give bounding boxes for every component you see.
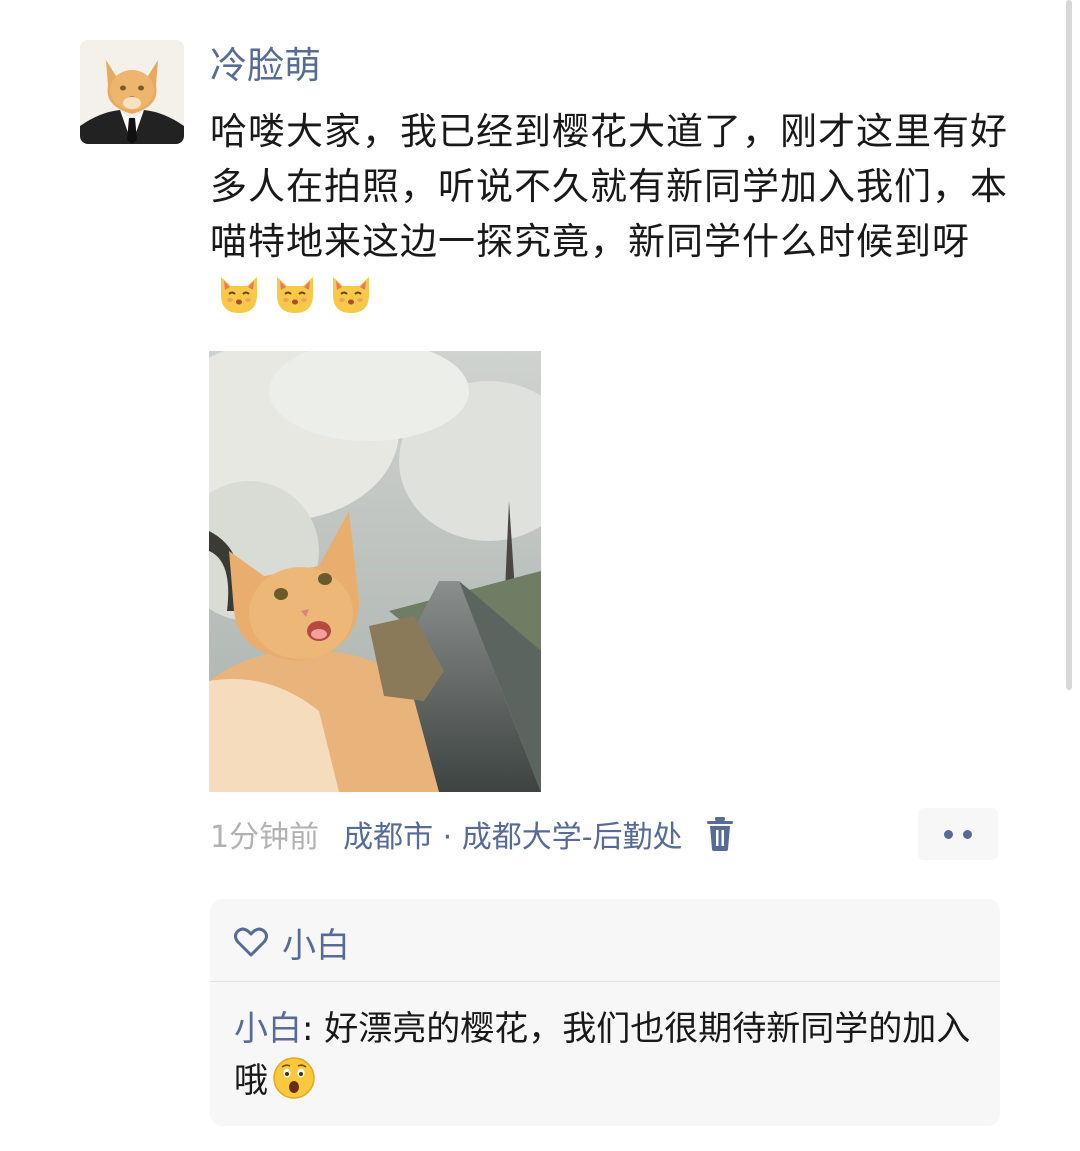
more-actions-button[interactable] (918, 808, 998, 860)
moments-post: 冷脸萌 哈喽大家，我已经到樱花大道了，刚才这里有好多人在拍照，听说不久就有新同学… (0, 0, 1080, 1151)
author-avatar[interactable] (80, 40, 184, 144)
likes-comments-panel: 小白 小白: 好漂亮的樱花，我们也很期待新同学的加入哦 (210, 899, 1000, 1126)
likes-row: 小白 (234, 917, 350, 967)
author-name[interactable]: 冷脸萌 (210, 40, 321, 92)
divider (210, 981, 1000, 982)
trash-icon[interactable] (705, 817, 735, 851)
post-location[interactable]: 成都市 · 成都大学-后勤处 (343, 812, 682, 856)
post-photo[interactable] (209, 351, 541, 792)
post-meta: 1分钟前 成都市 · 成都大学-后勤处 (210, 808, 735, 860)
kissing-cat-icon (277, 277, 313, 313)
kissing-cat-icon (333, 277, 369, 313)
emoji-group (216, 271, 374, 317)
astonished-face-icon (273, 1057, 315, 1099)
comment-text: 好漂亮的樱花，我们也很期待新同学的加入哦 (234, 1009, 971, 1101)
dot-icon (963, 829, 972, 839)
kissing-cat-icon (221, 277, 257, 313)
post-text: 哈喽大家，我已经到樱花大道了，刚才这里有好多人在拍照，听说不久就有新同学加入我们… (210, 110, 1008, 263)
heart-icon (234, 927, 268, 957)
comment-separator: : (302, 1009, 325, 1049)
post-content: 哈喽大家，我已经到樱花大道了，刚才这里有好多人在拍照，听说不久就有新同学加入我们… (210, 104, 1010, 324)
comment-author[interactable]: 小白 (234, 1009, 302, 1049)
comment-item[interactable]: 小白: 好漂亮的樱花，我们也很期待新同学的加入哦 (234, 1003, 974, 1107)
scrollbar[interactable] (1066, 0, 1072, 690)
post-time: 1分钟前 (210, 820, 320, 855)
dot-icon (944, 829, 953, 839)
liker-name[interactable]: 小白 (282, 918, 350, 967)
